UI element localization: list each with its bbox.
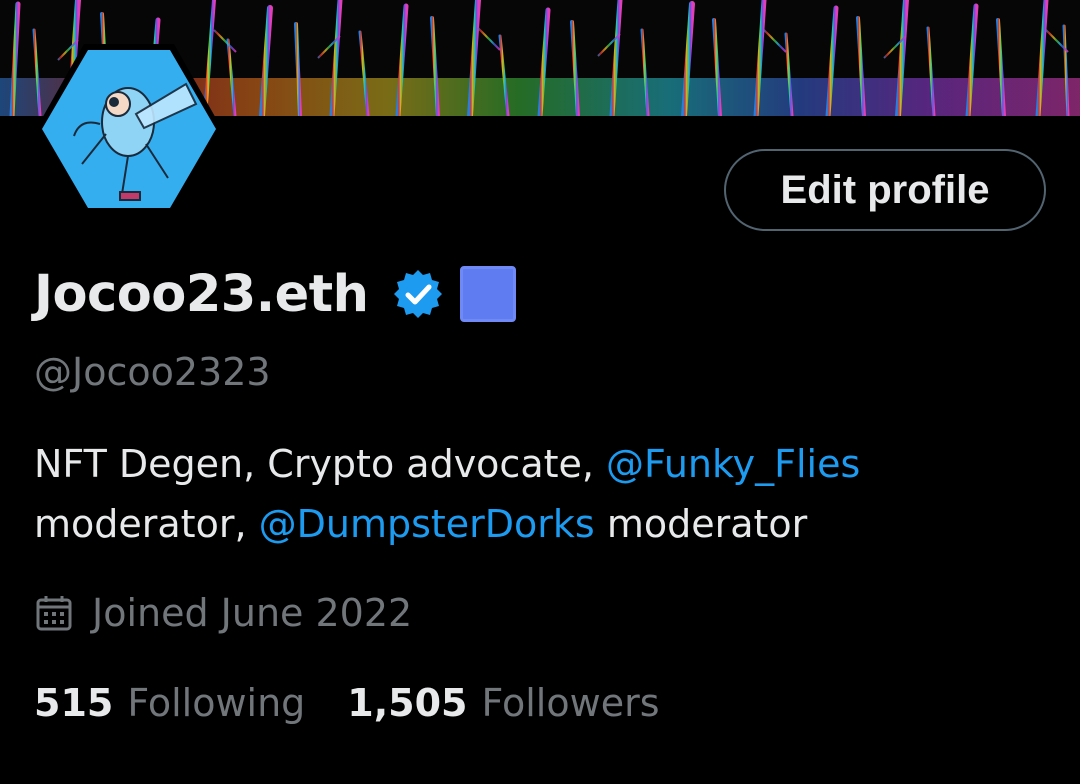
affiliation-square-icon[interactable] (460, 266, 517, 322)
following-link[interactable]: 515 Following (34, 681, 305, 725)
edit-profile-button[interactable]: Edit profile (724, 149, 1046, 231)
bio-text: moderator, (34, 502, 259, 546)
display-name: Jocoo23.eth (34, 264, 369, 324)
profile-bio: NFT Degen, Crypto advocate, @Funky_Flies… (34, 434, 1044, 554)
followers-count: 1,505 (347, 681, 468, 725)
bio-text: moderator (594, 502, 808, 546)
verified-badge-icon[interactable] (392, 268, 444, 320)
mention-link[interactable]: @Funky_Flies (606, 442, 860, 486)
joined-date-text: Joined June 2022 (92, 591, 413, 635)
profile-handle: @Jocoo2323 (34, 350, 271, 394)
followers-link[interactable]: 1,505 Followers (347, 681, 659, 725)
bio-text: NFT Degen, Crypto advocate, (34, 442, 607, 486)
following-count: 515 (34, 681, 114, 725)
joined-date-row: Joined June 2022 (34, 585, 412, 641)
follow-stats: 515 Following 1,505 Followers (34, 675, 660, 731)
mention-link[interactable]: @DumpsterDorks (259, 502, 595, 546)
profile-avatar[interactable] (36, 44, 222, 214)
calendar-icon (34, 593, 74, 633)
followers-label: Followers (481, 681, 660, 725)
cartoon-fly-avatar-icon (36, 44, 222, 214)
following-label: Following (127, 681, 306, 725)
profile-name-row: Jocoo23.eth (34, 262, 517, 326)
